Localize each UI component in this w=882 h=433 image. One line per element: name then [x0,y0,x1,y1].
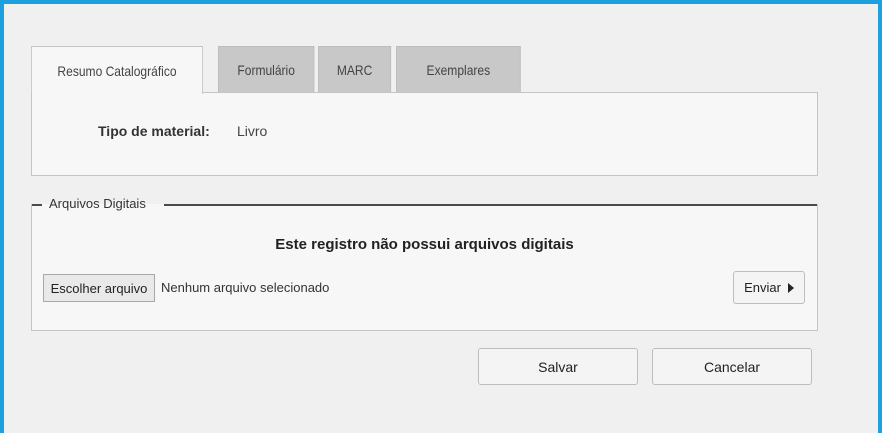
tab-formulario[interactable]: Formulário [218,46,315,93]
material-type-value: Livro [237,123,268,139]
legend-divider-right [164,204,817,206]
file-status-text: Nenhum arquivo selecionado [161,280,330,295]
material-type-label: Tipo de material: [98,123,210,139]
cancel-button[interactable]: Cancelar [652,348,812,385]
window-frame: Resumo Catalográfico Formulário MARC Exe… [0,0,882,433]
digital-files-section: Arquivos Digitais Este registro não poss… [31,196,818,331]
send-button[interactable]: Enviar [733,271,805,304]
no-digital-files-message: Este registro não possui arquivos digita… [275,236,574,253]
choose-file-button[interactable]: Escolher arquivo [43,274,155,302]
tab-exemplares[interactable]: Exemplares [396,46,521,93]
send-button-label: Enviar [744,280,781,295]
play-arrow-icon [787,282,794,293]
tab-marc[interactable]: MARC [318,46,392,93]
save-button[interactable]: Salvar [478,348,638,385]
summary-panel: Tipo de material: Livro [31,92,818,176]
tab-resumo-catalografico[interactable]: Resumo Catalográfico [31,46,203,94]
legend-divider-left [32,204,42,206]
digital-files-legend: Arquivos Digitais [49,196,146,211]
